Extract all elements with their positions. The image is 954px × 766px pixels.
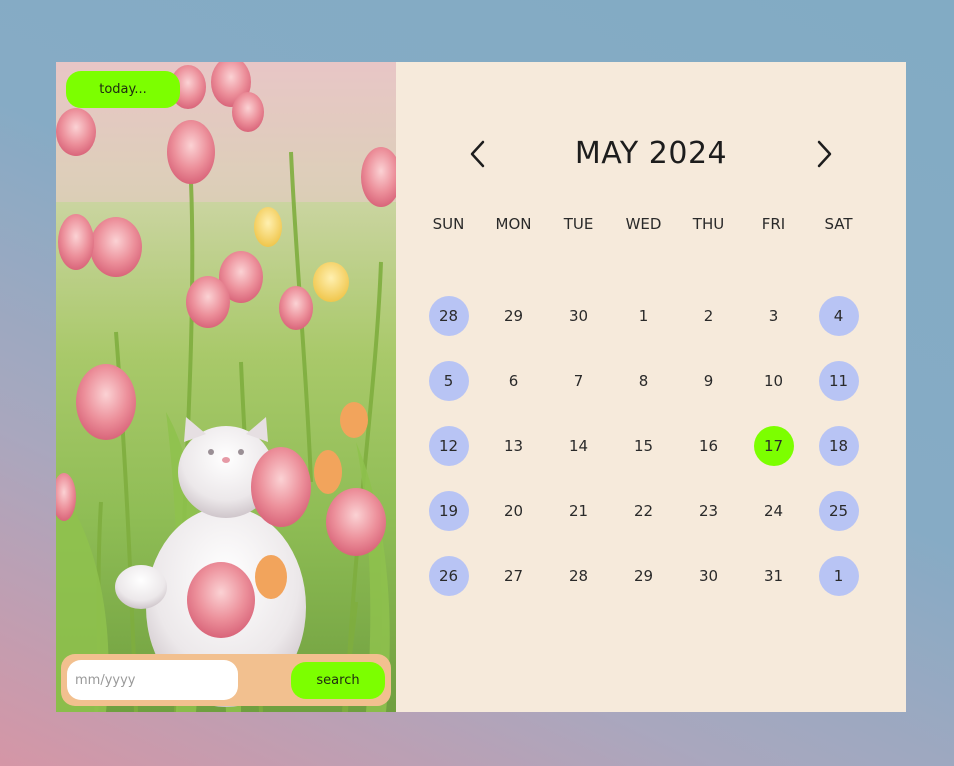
day-number[interactable]: 13: [494, 426, 534, 466]
day-cell: 15: [611, 426, 676, 466]
weekday-label: SAT: [824, 215, 853, 233]
day-cell: 8: [611, 361, 676, 401]
day-cell: 28: [546, 556, 611, 596]
day-cell: 1: [611, 296, 676, 336]
day-cell: 11: [806, 361, 871, 401]
calendar-week-row: 12 13 14 15 16 17 18: [416, 426, 871, 466]
day-number[interactable]: 30: [689, 556, 729, 596]
day-number[interactable]: 2: [689, 296, 729, 336]
calendar-week-row: 19 20 21 22 23 24 25: [416, 491, 871, 531]
next-month-button[interactable]: [808, 138, 840, 170]
day-number[interactable]: 7: [559, 361, 599, 401]
day-number[interactable]: 28: [428, 296, 469, 336]
day-cell: 30: [676, 556, 741, 596]
day-number[interactable]: 1: [818, 556, 859, 596]
chevron-right-icon: [817, 140, 832, 168]
day-cell: 2: [676, 296, 741, 336]
day-number[interactable]: 10: [754, 361, 794, 401]
day-cell: 14: [546, 426, 611, 466]
day-number[interactable]: 27: [494, 556, 534, 596]
day-number[interactable]: 29: [494, 296, 534, 336]
day-number[interactable]: 31: [754, 556, 794, 596]
today-day-number[interactable]: 17: [753, 426, 794, 466]
day-cell: 12: [416, 426, 481, 466]
day-cell: 25: [806, 491, 871, 531]
weekday-header-row: SUN MON TUE WED THU FRI SAT: [416, 215, 871, 233]
day-number[interactable]: 30: [559, 296, 599, 336]
weekday-label: FRI: [761, 215, 786, 233]
day-number[interactable]: 9: [689, 361, 729, 401]
weekday-label: WED: [625, 215, 662, 233]
tulip-cat-photo: today... search: [56, 62, 396, 712]
day-number[interactable]: 16: [689, 426, 729, 466]
day-cell: 27: [481, 556, 546, 596]
calendar-card: today... search MAY 2024 SUN MON TUE: [56, 62, 906, 712]
day-cell: 13: [481, 426, 546, 466]
day-cell: 22: [611, 491, 676, 531]
day-cell: 28: [416, 296, 481, 336]
day-number[interactable]: 25: [818, 491, 859, 531]
day-number[interactable]: 11: [818, 361, 859, 401]
weekday-label: SUN: [432, 215, 465, 233]
day-cell: 10: [741, 361, 806, 401]
photo-illustration: [56, 62, 396, 712]
day-number[interactable]: 6: [494, 361, 534, 401]
day-cell: 9: [676, 361, 741, 401]
day-cell: 29: [611, 556, 676, 596]
day-number[interactable]: 5: [428, 361, 469, 401]
day-cell: 30: [546, 296, 611, 336]
day-number[interactable]: 29: [624, 556, 664, 596]
day-number[interactable]: 28: [559, 556, 599, 596]
day-cell: 29: [481, 296, 546, 336]
search-button[interactable]: search: [291, 661, 385, 699]
day-cell: 4: [806, 296, 871, 336]
search-bar: search: [61, 654, 391, 706]
day-cell: 3: [741, 296, 806, 336]
day-number[interactable]: 19: [428, 491, 469, 531]
day-number[interactable]: 3: [754, 296, 794, 336]
day-number[interactable]: 20: [494, 491, 534, 531]
day-number[interactable]: 8: [624, 361, 664, 401]
day-cell: 24: [741, 491, 806, 531]
day-cell-today: 17: [741, 426, 806, 466]
day-number[interactable]: 1: [624, 296, 664, 336]
weekday-label: TUE: [563, 215, 594, 233]
day-cell: 18: [806, 426, 871, 466]
day-cell: 1: [806, 556, 871, 596]
day-cell: 5: [416, 361, 481, 401]
day-cell: 16: [676, 426, 741, 466]
day-cell: 26: [416, 556, 481, 596]
day-cell: 21: [546, 491, 611, 531]
day-number[interactable]: 24: [754, 491, 794, 531]
day-number[interactable]: 12: [428, 426, 469, 466]
day-cell: 19: [416, 491, 481, 531]
day-number[interactable]: 22: [624, 491, 664, 531]
day-cell: 31: [741, 556, 806, 596]
calendar-week-row: 26 27 28 29 30 31 1: [416, 556, 871, 596]
weekday-label: MON: [495, 215, 532, 233]
day-number[interactable]: 18: [818, 426, 859, 466]
day-cell: 20: [481, 491, 546, 531]
day-number[interactable]: 4: [818, 296, 859, 336]
day-number[interactable]: 21: [559, 491, 599, 531]
day-cell: 6: [481, 361, 546, 401]
day-cell: 7: [546, 361, 611, 401]
day-number[interactable]: 26: [428, 556, 469, 596]
day-number[interactable]: 23: [689, 491, 729, 531]
day-number[interactable]: 15: [624, 426, 664, 466]
today-button[interactable]: today...: [66, 71, 180, 108]
month-year-input[interactable]: [67, 660, 238, 700]
day-number[interactable]: 14: [559, 426, 599, 466]
calendar-header: MAY 2024: [396, 132, 906, 176]
calendar-week-row: 28 29 30 1 2 3 4: [416, 296, 871, 336]
weekday-label: THU: [692, 215, 725, 233]
calendar-panel: MAY 2024 SUN MON TUE WED THU FRI SAT 28 …: [396, 62, 906, 712]
day-cell: 23: [676, 491, 741, 531]
calendar-week-row: 5 6 7 8 9 10 11: [416, 361, 871, 401]
